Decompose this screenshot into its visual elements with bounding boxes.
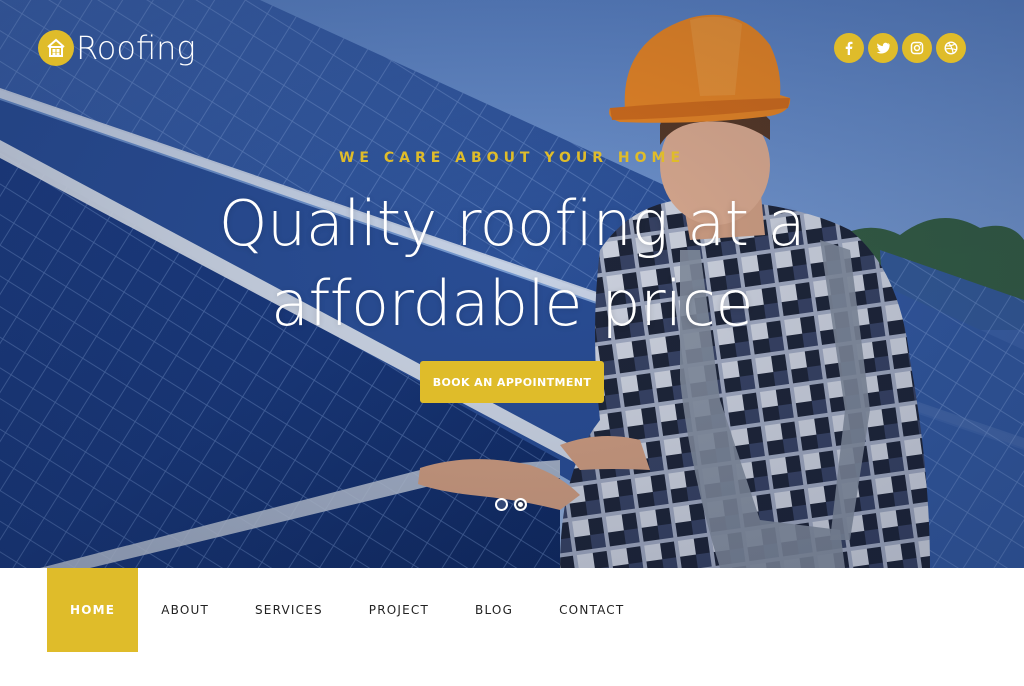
- hero-headline: Quality roofing at a affordable price: [150, 184, 874, 344]
- nav-item-project[interactable]: PROJECT: [346, 568, 452, 652]
- nav-item-about[interactable]: ABOUT: [138, 568, 232, 652]
- instagram-icon[interactable]: [902, 33, 932, 63]
- nav-item-home[interactable]: HOME: [47, 568, 139, 652]
- twitter-icon[interactable]: [868, 33, 898, 63]
- slider-dot-1[interactable]: [495, 498, 508, 511]
- house-icon: [38, 30, 74, 66]
- hero-tagline: WE CARE ABOUT YOUR HOME: [338, 150, 686, 166]
- nav-menu: HOME ABOUT SERVICES PROJECT BLOG CONTACT: [47, 568, 647, 652]
- nav-item-services[interactable]: SERVICES: [232, 568, 346, 652]
- nav-item-contact[interactable]: CONTACT: [536, 568, 647, 652]
- social-links: [834, 33, 966, 63]
- hero-headline-line1: Quality roofing at a: [218, 187, 806, 260]
- dribbble-icon[interactable]: [936, 33, 966, 63]
- slider-pagination: [495, 498, 527, 511]
- nav-item-blog[interactable]: BLOG: [452, 568, 536, 652]
- hero-slider: Roofing WE CARE ABOUT YOUR HOME Quality …: [0, 0, 1024, 568]
- hero-headline-line2: affordable price: [270, 267, 754, 340]
- main-navigation: HOME ABOUT SERVICES PROJECT BLOG CONTACT: [0, 568, 1024, 686]
- facebook-icon[interactable]: [834, 33, 864, 63]
- brand-name: Roofing: [76, 29, 196, 67]
- book-appointment-button[interactable]: BOOK AN APPOINTMENT: [420, 361, 604, 403]
- slider-dot-2[interactable]: [514, 498, 527, 511]
- brand-logo[interactable]: Roofing: [38, 28, 196, 68]
